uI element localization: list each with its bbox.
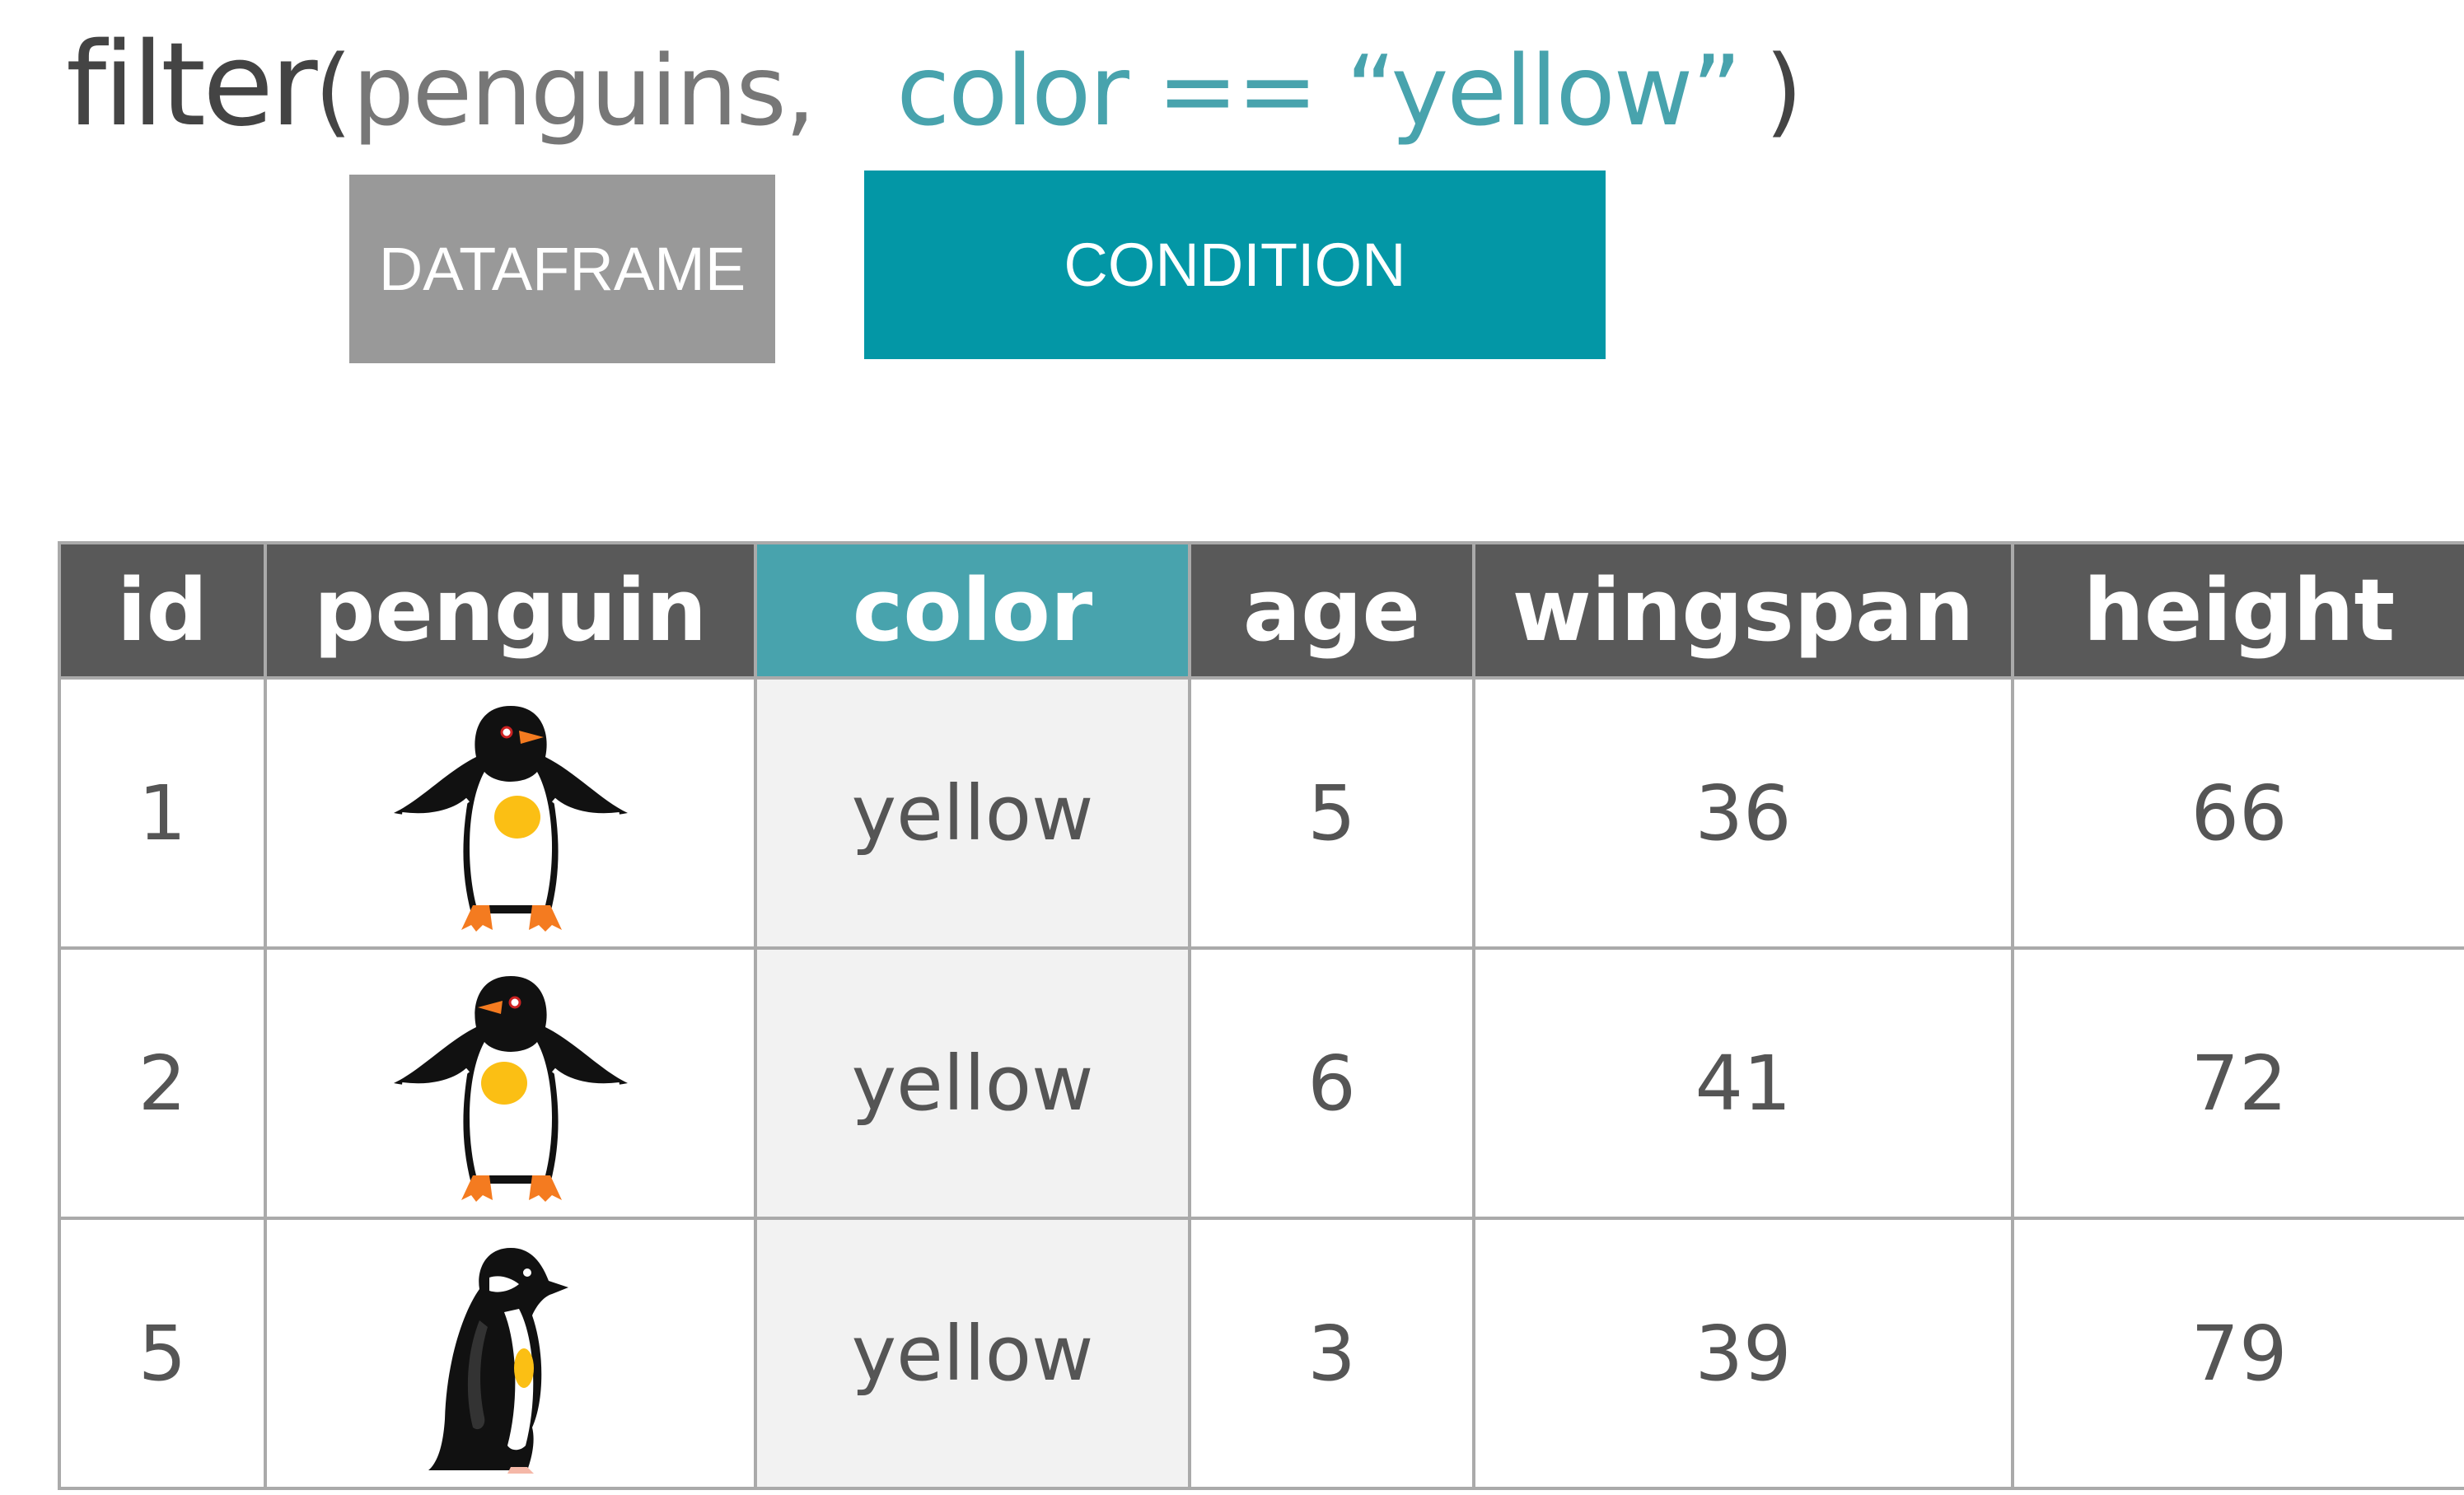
cell-height: 79 [2011,1217,2464,1490]
cell-penguin [264,1217,757,1490]
result-table: id penguin color age wingspan height 1 y… [58,541,2464,1490]
cell-wingspan: 41 [1472,946,2014,1220]
table-row: 2 yellow 6 41 72 [58,946,2464,1220]
header-row: id penguin color age wingspan height [58,541,2464,680]
code-expression: filter(penguins, color == “yellow”) [66,18,1803,152]
header-penguin: penguin [264,541,757,680]
chinstrap-side-icon [428,1248,568,1474]
cell-color: yellow [754,946,1191,1220]
dataframe-label: DATAFRAME [349,175,775,363]
cell-id: 5 [58,1217,267,1490]
cell-age: 6 [1188,946,1475,1220]
header-wingspan: wingspan [1472,541,2014,680]
header-id: id [58,541,267,680]
table-row: 5 yellow 3 39 79 [58,1217,2464,1490]
open-paren: ( [314,34,353,147]
cell-penguin [264,946,757,1220]
header-color: color [754,541,1191,680]
cell-age: 5 [1188,676,1475,950]
condition-argument: color == “yellow” [896,34,1742,147]
cell-penguin [264,676,757,950]
close-paren: ) [1765,34,1803,147]
condition-label: CONDITION [864,171,1606,359]
cell-age: 3 [1188,1217,1475,1490]
gentoo-front-icon [393,706,628,932]
cell-color: yellow [754,1217,1191,1490]
dataframe-argument: penguins, [352,34,816,147]
cell-color: yellow [754,676,1191,950]
cell-id: 2 [58,946,267,1220]
cell-id: 1 [58,676,267,950]
cell-wingspan: 39 [1472,1217,2014,1490]
function-name: filter [66,18,318,152]
gentoo-front-icon [393,976,628,1202]
header-age: age [1188,541,1475,680]
table-row: 1 yellow 5 36 66 [58,676,2464,950]
cell-height: 72 [2011,946,2464,1220]
cell-wingspan: 36 [1472,676,2014,950]
cell-height: 66 [2011,676,2464,950]
header-height: height [2011,541,2464,680]
